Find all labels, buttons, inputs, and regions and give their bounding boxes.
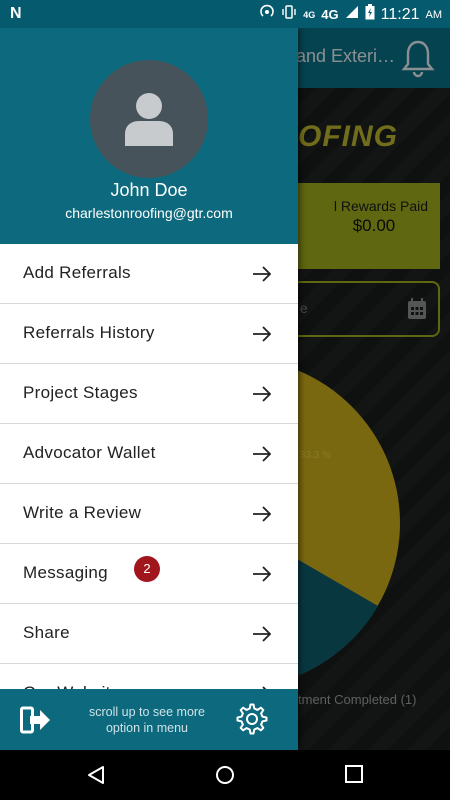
menu-item-label: Project Stages xyxy=(23,383,138,402)
user-name: John Doe xyxy=(110,180,188,200)
menu-item-project-stages[interactable]: Project Stages xyxy=(0,364,298,424)
arrow-right-icon xyxy=(253,266,272,282)
scroll-hint-text: scroll up to see more option in menu xyxy=(88,705,206,735)
drawer-header: John Doe charlestonroofing@gtr.com xyxy=(0,28,298,244)
avatar[interactable] xyxy=(90,60,208,178)
network-type-label: 4G xyxy=(321,7,339,22)
menu-item-referrals-history[interactable]: Referrals History xyxy=(0,304,298,364)
clock-ampm: AM xyxy=(425,8,443,21)
menu-item-label: Advocator Wallet xyxy=(23,443,156,462)
clock: 11:21 xyxy=(380,5,420,23)
menu-item-label: Write a Review xyxy=(23,503,142,522)
user-email: charlestonroofing@gtr.com xyxy=(65,205,233,221)
arrow-right-icon xyxy=(253,386,272,402)
status-icons: 4G 4G 11:21 AM xyxy=(259,4,442,25)
menu-item-write-a-review[interactable]: Write a Review xyxy=(0,484,298,544)
status-bar: N 4G 4G 11:21 AM xyxy=(0,0,450,28)
back-icon[interactable] xyxy=(86,765,106,785)
menu-item-label: Share xyxy=(23,623,70,642)
arrow-right-icon xyxy=(253,566,272,582)
menu-item-share[interactable]: Share xyxy=(0,604,298,664)
home-icon[interactable] xyxy=(215,765,235,785)
navigation-drawer: John Doe charlestonroofing@gtr.com Add R… xyxy=(0,28,298,750)
arrow-right-icon xyxy=(253,446,272,462)
menu-item-label: Referrals History xyxy=(23,323,155,342)
drawer-menu: Add Referrals Referrals History Project … xyxy=(0,244,298,724)
recents-icon[interactable] xyxy=(345,765,363,783)
menu-item-label: Messaging xyxy=(23,563,108,582)
system-navigation-bar xyxy=(0,750,450,800)
n-notification-icon: N xyxy=(10,5,22,22)
unread-count-badge: 2 xyxy=(134,556,160,582)
signal-icon xyxy=(345,5,359,24)
battery-icon xyxy=(365,4,375,25)
menu-item-label: Add Referrals xyxy=(23,263,131,282)
menu-item-add-referrals[interactable]: Add Referrals xyxy=(0,244,298,304)
hotspot-icon xyxy=(259,4,275,25)
arrow-right-icon xyxy=(253,626,272,642)
user-icon xyxy=(125,93,173,146)
menu-item-advocator-wallet[interactable]: Advocator Wallet xyxy=(0,424,298,484)
gear-icon[interactable] xyxy=(236,703,268,735)
drawer-footer: scroll up to see more option in menu xyxy=(0,689,298,750)
arrow-right-icon xyxy=(253,506,272,522)
vibrate-icon xyxy=(281,4,297,25)
arrow-right-icon xyxy=(253,326,272,342)
menu-item-messaging[interactable]: Messaging 2 xyxy=(0,544,298,604)
logout-icon[interactable] xyxy=(20,706,52,734)
network-small-label: 4G xyxy=(303,9,316,20)
